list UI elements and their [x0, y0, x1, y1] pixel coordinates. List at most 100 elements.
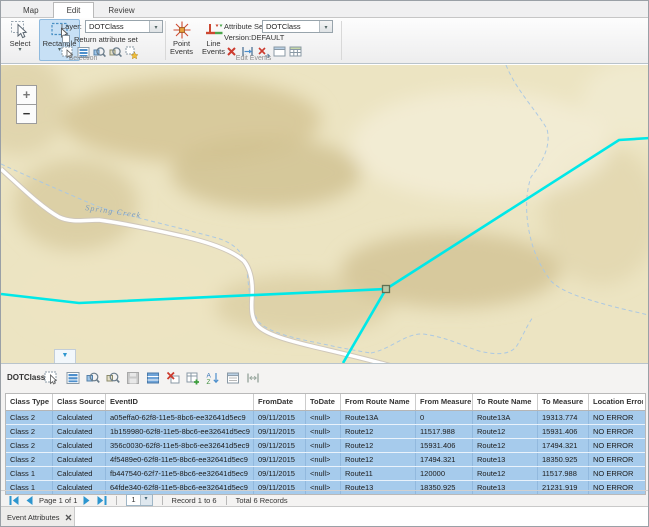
table-cell: 18350.925 [538, 453, 589, 466]
selection-group: Select ▾ Rectangle ▾ Layer: DOTClass ▾ R… [1, 18, 165, 63]
table-cell: 19313.774 [538, 411, 589, 424]
chevron-down-icon[interactable]: ▾ [319, 21, 332, 32]
page-indicator: Page 1 of 1 [39, 496, 77, 505]
column-header[interactable]: From Route Name [341, 394, 416, 410]
table-row[interactable]: Class 2Calculateda05effa0-62f8-11e5-8bc6… [6, 411, 645, 425]
table-header-row: Class TypeClass SourceEventIDFromDateToD… [6, 394, 645, 411]
table-cell: Route13A [341, 411, 416, 424]
column-header[interactable]: EventID [106, 394, 254, 410]
column-header[interactable]: Class Source [53, 394, 106, 410]
table-cell: 09/11/2015 [254, 453, 306, 466]
table-cell: <null> [306, 439, 341, 452]
zoom-to-selected-icon[interactable] [86, 371, 100, 385]
selection-group-label: Selection [1, 55, 165, 62]
layer-label: Layer: [61, 22, 82, 31]
column-header[interactable]: To Measure [538, 394, 589, 410]
column-header[interactable]: To Route Name [473, 394, 538, 410]
layer-name-label: DOTClass [7, 373, 45, 382]
table-cell: Route12 [473, 425, 538, 438]
table-row[interactable]: Class 1Calculatedfb447540-62f7-11e5-8bc6… [6, 467, 645, 481]
route-junction-vertex[interactable] [383, 286, 390, 293]
switch-selection-icon[interactable] [146, 371, 160, 385]
sort-records-icon[interactable]: AZ [206, 371, 220, 385]
separator [226, 496, 227, 505]
attribute-set-dropdown[interactable]: DOTClass ▾ [262, 20, 333, 33]
table-cell: Calculated [53, 453, 106, 466]
attributes-window-icon[interactable] [226, 371, 240, 385]
svg-text:Z: Z [207, 379, 211, 385]
first-page-button[interactable] [9, 496, 19, 505]
table-cell: 11517.988 [538, 467, 589, 480]
add-record-icon[interactable] [186, 371, 200, 385]
table-row[interactable]: Class 2Calculated1b159980-62f8-11e5-8bc6… [6, 425, 645, 439]
table-cell: <null> [306, 425, 341, 438]
last-page-button[interactable] [97, 496, 107, 505]
pan-to-selected-icon[interactable] [106, 371, 120, 385]
basemap: Spring Creek [1, 65, 648, 363]
fit-columns-icon[interactable] [246, 371, 260, 385]
table-cell: Route12 [473, 467, 538, 480]
tab-edit[interactable]: Edit [53, 2, 95, 18]
attribute-set-label: Attribute Set: [224, 22, 267, 31]
table-cell: Route13A [473, 411, 538, 424]
zoom-out-button[interactable]: − [16, 104, 37, 124]
table-cell: Class 2 [6, 411, 53, 424]
table-cell: 1b159980-62f8-11e5-8bc6-ee32641d5ec9 [106, 425, 254, 438]
table-cell: 15931.406 [416, 439, 473, 452]
column-header[interactable]: ToDate [306, 394, 341, 410]
table-row[interactable]: Class 2Calculated356c0030-62f8-11e5-8bc6… [6, 439, 645, 453]
next-page-button[interactable] [83, 496, 91, 505]
table-cell: <null> [306, 453, 341, 466]
table-cell: fb447540-62f7-11e5-8bc6-ee32641d5ec9 [106, 467, 254, 480]
close-icon[interactable] [65, 514, 72, 521]
table-cell: Class 2 [6, 439, 53, 452]
table-cell: NO ERROR [589, 425, 643, 438]
column-header[interactable]: Class Type [6, 394, 53, 410]
tab-map[interactable]: Map [9, 2, 53, 18]
select-records-icon[interactable] [44, 371, 58, 385]
attributes-table: Class TypeClass SourceEventIDFromDateToD… [5, 393, 646, 495]
line-events-icon [204, 20, 224, 40]
chevron-down-icon[interactable]: ▾ [149, 21, 162, 32]
table-cell: NO ERROR [589, 467, 643, 480]
table-cell: Class 1 [6, 467, 53, 480]
show-selected-records-icon[interactable] [66, 371, 80, 385]
table-body: Class 2Calculateda05effa0-62f8-11e5-8bc6… [6, 411, 645, 494]
table-cell: 09/11/2015 [254, 467, 306, 480]
column-header[interactable]: Location Error [589, 394, 643, 410]
page-number-dropdown[interactable]: 1 ▾ [126, 494, 152, 506]
table-row[interactable]: Class 2Calculated4f5489e0-62f8-11e5-8bc6… [6, 453, 645, 467]
total-records-label: Total 6 Records [236, 496, 288, 505]
column-header[interactable]: FromDate [254, 394, 306, 410]
ribbon: Select ▾ Rectangle ▾ Layer: DOTClass ▾ R… [1, 18, 648, 64]
zoom-in-button[interactable]: + [16, 85, 37, 105]
table-cell: Route12 [341, 453, 416, 466]
table-cell: <null> [306, 411, 341, 424]
return-attribute-set-checkbox[interactable] [62, 35, 70, 43]
column-header[interactable]: From Measure [416, 394, 473, 410]
save-edits-icon[interactable] [126, 371, 140, 385]
table-cell: NO ERROR [589, 453, 643, 466]
point-events-icon [172, 20, 192, 40]
previous-page-button[interactable] [25, 496, 33, 505]
tab-review[interactable]: Review [94, 2, 148, 18]
map-view[interactable]: Spring Creek + − [1, 65, 648, 363]
table-cell: 120000 [416, 467, 473, 480]
table-cell: NO ERROR [589, 411, 643, 424]
tab-event-attributes[interactable]: Event Attributes [1, 507, 75, 527]
layer-dropdown[interactable]: DOTClass ▾ [85, 20, 163, 33]
table-cell: Calculated [53, 439, 106, 452]
panel-collapse-button[interactable]: ▼ [54, 349, 76, 363]
table-cell: Class 2 [6, 453, 53, 466]
table-cell: 4f5489e0-62f8-11e5-8bc6-ee32641d5ec9 [106, 453, 254, 466]
table-cell: NO ERROR [589, 439, 643, 452]
separator [116, 496, 117, 505]
table-cell: Route12 [473, 439, 538, 452]
table-cell: Route13 [473, 453, 538, 466]
table-cell: 17494.321 [416, 453, 473, 466]
table-cell: Route12 [341, 439, 416, 452]
event-attributes-panel: DOTClass AZ [1, 363, 648, 527]
chevron-down-icon: ▼ [62, 352, 69, 359]
delete-selected-icon[interactable] [166, 371, 180, 385]
table-cell: Route12 [341, 425, 416, 438]
